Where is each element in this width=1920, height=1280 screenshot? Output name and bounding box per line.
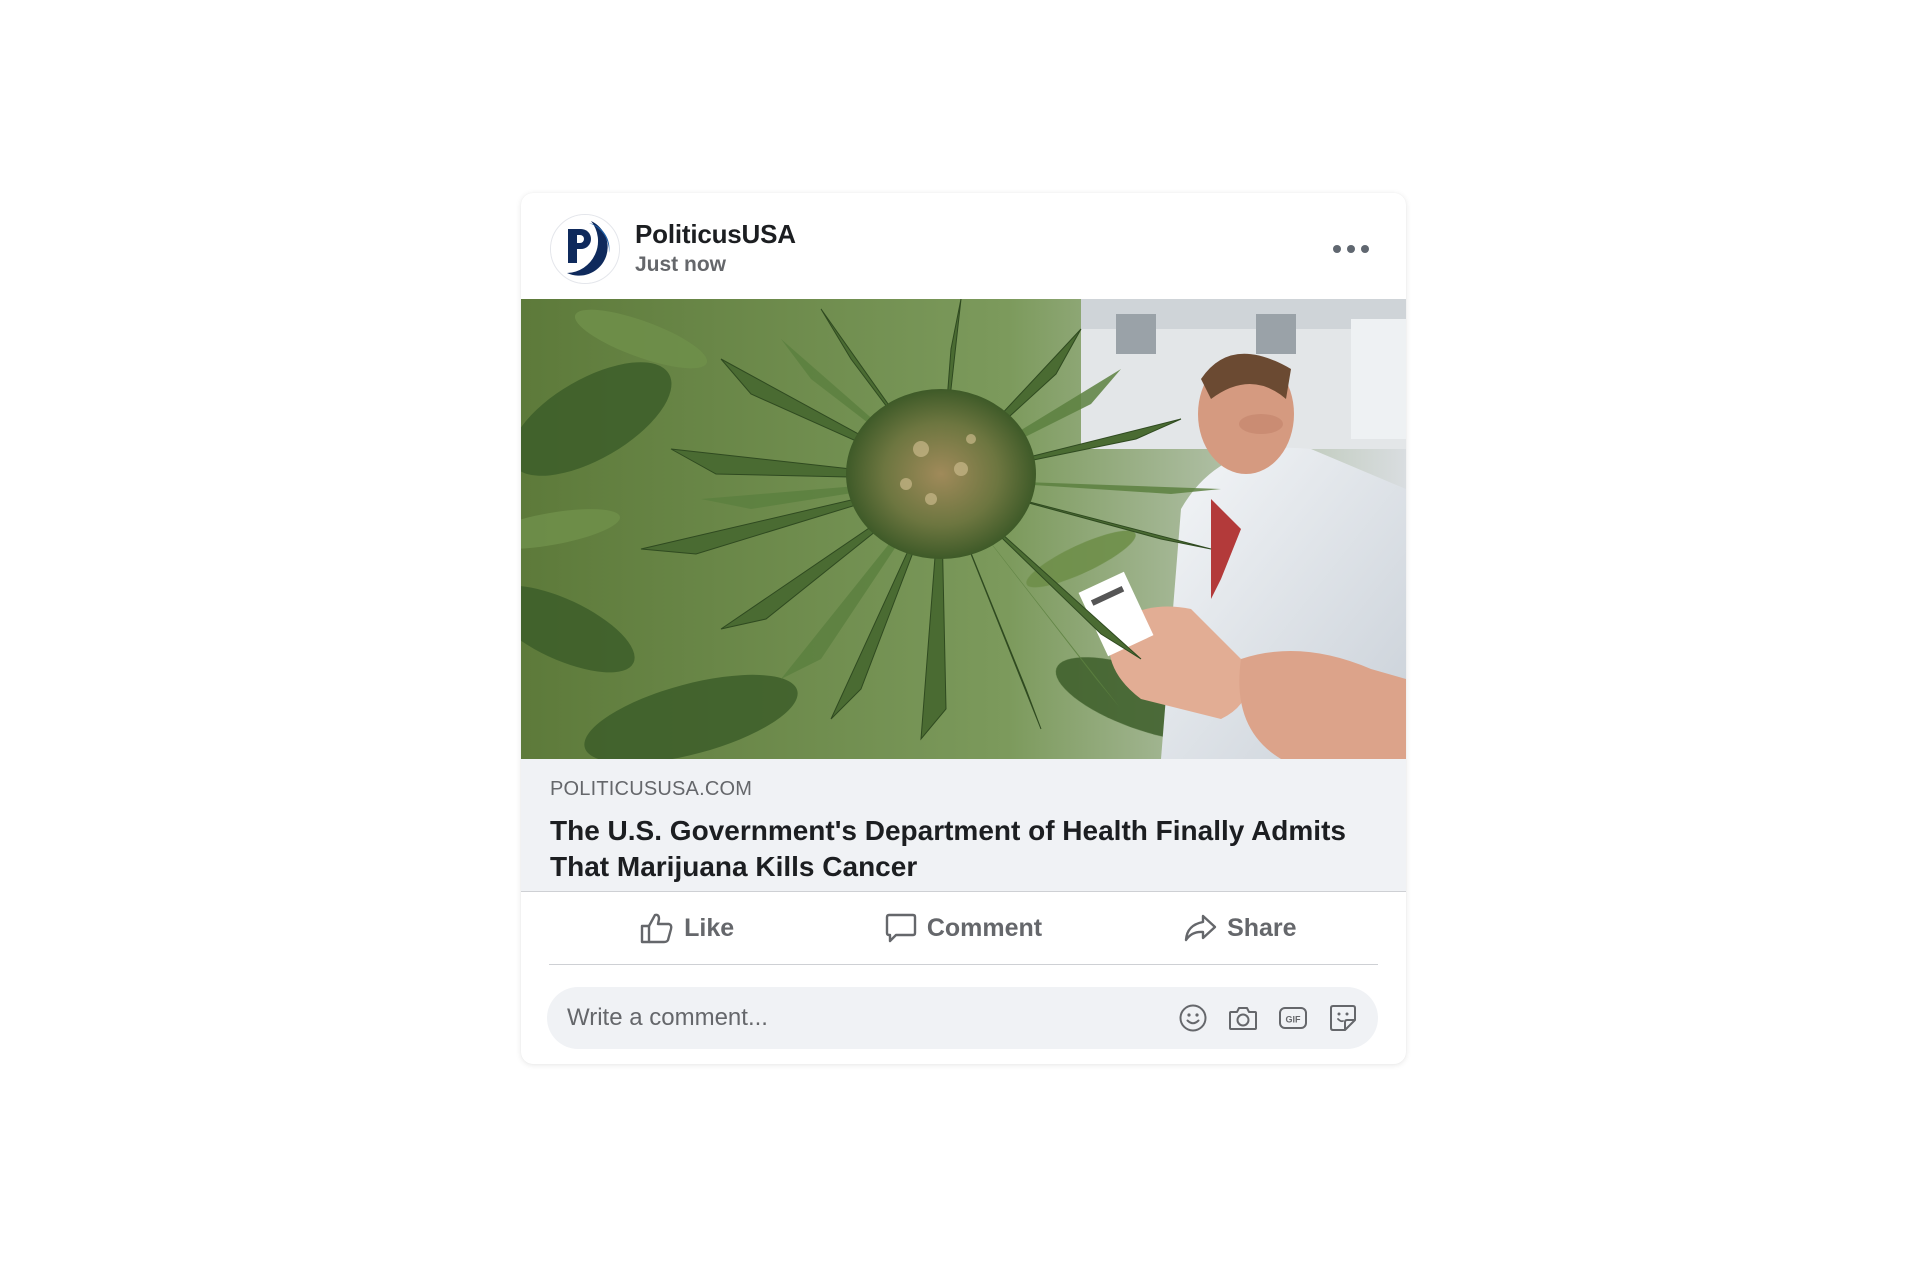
- camera-button[interactable]: [1226, 1001, 1260, 1035]
- comment-label: Comment: [926, 913, 1043, 942]
- camera-icon: [1229, 1007, 1257, 1030]
- sticker-icon: [1330, 1005, 1356, 1031]
- post-card: PoliticusUSA Just now POLITICUSUSA.COM T…: [521, 193, 1406, 1064]
- cannabis-plant-photo: [521, 299, 1406, 759]
- comment-input[interactable]: [567, 987, 1127, 1049]
- sticker-button[interactable]: [1326, 1001, 1360, 1035]
- post-timestamp[interactable]: Just now: [635, 253, 726, 277]
- gif-icon: GIF: [1279, 1007, 1307, 1029]
- share-button[interactable]: Share: [1102, 892, 1378, 964]
- thumbs-up-icon: [640, 913, 673, 944]
- page: PoliticusUSA Just now POLITICUSUSA.COM T…: [0, 0, 1920, 1280]
- comment-tools: GIF: [1176, 1001, 1360, 1035]
- more-options-button[interactable]: [1326, 227, 1376, 271]
- post-image[interactable]: [521, 299, 1406, 759]
- emoji-icon: [1179, 1004, 1207, 1032]
- politicususa-logo: [551, 215, 619, 283]
- gif-button[interactable]: GIF: [1276, 1001, 1310, 1035]
- share-label: Share: [1227, 913, 1297, 942]
- link-preview[interactable]: POLITICUSUSA.COM The U.S. Government's D…: [521, 759, 1406, 892]
- link-title: The U.S. Government's Department of Heal…: [550, 815, 1346, 882]
- post-header: PoliticusUSA Just now: [521, 193, 1406, 299]
- more-options-icon: [1333, 245, 1369, 253]
- author-name[interactable]: PoliticusUSA: [635, 219, 796, 249]
- share-arrow-icon: [1184, 914, 1217, 942]
- like-label: Like: [684, 913, 735, 942]
- avatar[interactable]: [550, 214, 620, 284]
- comment-bubble-icon: [885, 913, 917, 943]
- comment-button[interactable]: Comment: [825, 892, 1101, 964]
- svg-text:GIF: GIF: [1286, 1015, 1302, 1025]
- action-bar: Like Comment Share: [549, 892, 1378, 965]
- like-button[interactable]: Like: [549, 892, 825, 964]
- comment-box: GIF: [547, 987, 1378, 1049]
- emoji-button[interactable]: [1176, 1001, 1210, 1035]
- link-domain: POLITICUSUSA.COM: [550, 778, 753, 800]
